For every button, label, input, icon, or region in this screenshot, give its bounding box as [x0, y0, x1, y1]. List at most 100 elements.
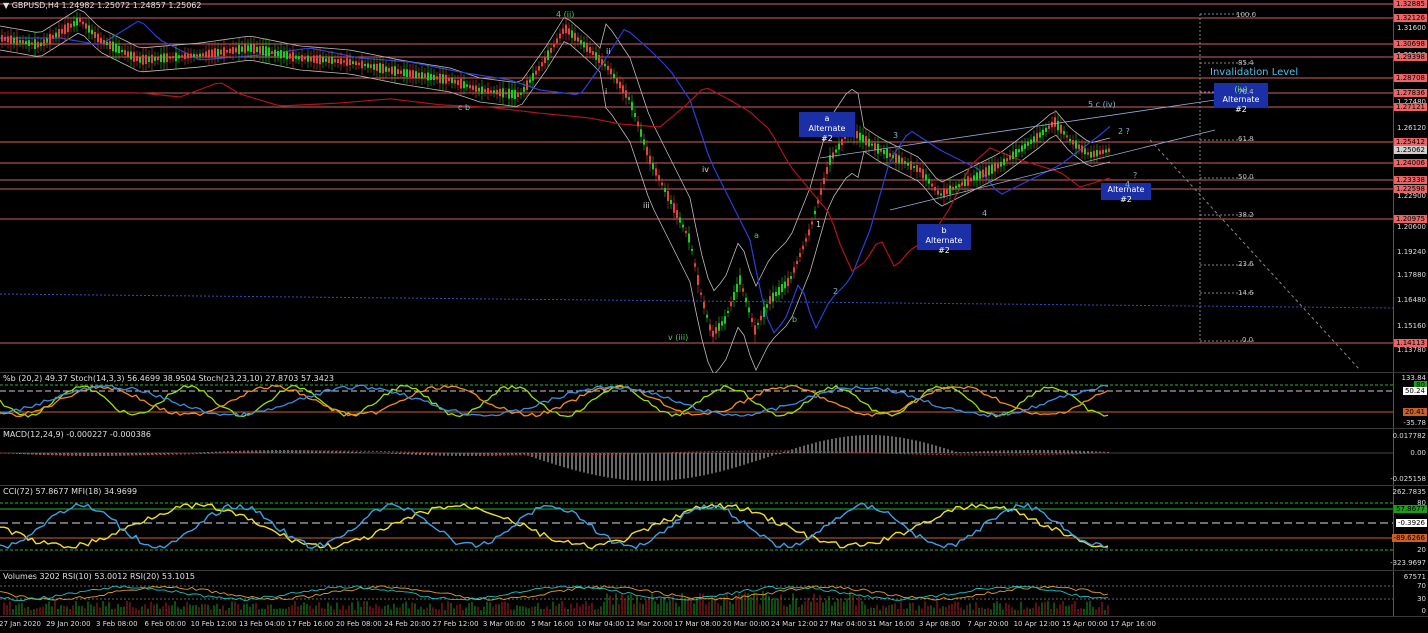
- candle-body: [595, 52, 597, 60]
- candle-body: [1030, 139, 1032, 144]
- candle-body: [409, 70, 411, 77]
- candle-body: [703, 301, 705, 309]
- candle-body: [1006, 158, 1008, 162]
- candle-body: [178, 55, 180, 59]
- price-level-tag: 1.14113: [1394, 339, 1427, 347]
- time-axis-label: 12 Mar 20:00: [625, 620, 673, 628]
- candle-body: [493, 90, 495, 94]
- candle-body: [97, 33, 99, 43]
- volume-rsi-label: Volumes 3202 RSI(10) 53.0012 RSI(20) 53.…: [3, 572, 195, 581]
- candle-body: [745, 297, 747, 303]
- candle-body: [391, 66, 393, 75]
- price-tick: 1.19240: [1397, 248, 1426, 256]
- candle-body: [898, 155, 900, 164]
- candle-body: [94, 32, 96, 38]
- candle-body: [10, 35, 12, 45]
- wave-label-iii: iii: [643, 201, 650, 210]
- candle-body: [649, 155, 651, 165]
- candle-body: [253, 43, 255, 54]
- candle-body: [700, 292, 702, 295]
- candle-body: [226, 49, 228, 53]
- macd-pane[interactable]: MACD(12,24,9) -0.000227 -0.000386 0.0177…: [0, 429, 1428, 486]
- candle-body: [877, 143, 879, 154]
- cci-tag-green: 57.8677: [1394, 505, 1427, 513]
- candle-body: [64, 24, 66, 35]
- price-level-tag: 1.28708: [1394, 74, 1427, 82]
- price-level-tag: 1.30698: [1394, 40, 1427, 48]
- candle-body: [28, 40, 30, 47]
- macd-axis[interactable]: 0.017782 0.00 -0.025158: [1390, 429, 1428, 485]
- candle-body: [757, 322, 759, 326]
- candle-body: [883, 149, 885, 155]
- candle-body: [949, 185, 951, 195]
- candle-body: [652, 162, 654, 170]
- candle-body: [784, 281, 786, 289]
- candle-body: [523, 86, 525, 92]
- candle-body: [1084, 148, 1086, 155]
- candle-body: [421, 72, 423, 79]
- candle-body: [709, 324, 711, 331]
- candle-body: [442, 74, 444, 84]
- candle-body: [655, 168, 657, 176]
- candle-body: [220, 49, 222, 55]
- candle-body: [367, 63, 369, 68]
- candle-body: [277, 51, 279, 57]
- price-axis[interactable]: 1.316001.294201.274801.261201.242201.229…: [1393, 0, 1428, 372]
- candle-body: [343, 60, 345, 63]
- candle-body: [1069, 138, 1071, 142]
- candle-body: [1105, 149, 1107, 153]
- candle-body: [322, 57, 324, 63]
- candle-body: [736, 283, 738, 293]
- candle-body: [502, 88, 504, 98]
- candle-body: [109, 40, 111, 50]
- candle-body: [427, 72, 429, 81]
- candle-body: [190, 53, 192, 58]
- macd-tick-zero: 0.00: [1410, 449, 1426, 457]
- candle-body: [19, 40, 21, 43]
- candle-body: [958, 184, 960, 187]
- volume-axis[interactable]: 67571 70 30 0: [1393, 571, 1428, 616]
- candle-body: [283, 52, 285, 58]
- candle-body: [727, 310, 729, 314]
- macd-canvas[interactable]: [0, 429, 1428, 486]
- price-chart-pane[interactable]: ▼ GBPUSD,H4 1.24982 1.25072 1.24857 1.25…: [0, 0, 1428, 373]
- price-level-tag: 1.25412: [1394, 138, 1427, 146]
- candle-body: [394, 66, 396, 76]
- candle-body: [325, 58, 327, 62]
- volume-rsi-pane[interactable]: Volumes 3202 RSI(10) 53.0012 RSI(20) 53.…: [0, 571, 1428, 617]
- time-axis-label: 31 Mar 16:00: [867, 620, 915, 628]
- candle-body: [820, 188, 822, 195]
- candle-body: [865, 136, 867, 146]
- wave-label-3: 3: [893, 131, 899, 140]
- projection-line: [1149, 139, 1361, 371]
- candle-body: [1096, 150, 1098, 157]
- candle-body: [544, 56, 546, 64]
- candle-body: [1087, 152, 1089, 155]
- candle-body: [487, 88, 489, 94]
- triangle-down-icon[interactable]: ▼: [3, 1, 9, 10]
- candle-body: [802, 245, 804, 250]
- stochastic-pane[interactable]: %b (20,2) 49.37 Stoch(14,3,3) 56.4699 38…: [0, 373, 1428, 429]
- candle-body: [838, 143, 840, 150]
- volume-rsi-canvas[interactable]: [0, 571, 1428, 617]
- candle-body: [304, 57, 306, 60]
- time-axis-label: 10 Apr 12:00: [1013, 620, 1060, 628]
- candle-body: [364, 63, 366, 67]
- candle-body: [1063, 131, 1065, 135]
- cci-mfi-pane[interactable]: CCI(72) 57.8677 MFI(18) 34.9699 262.7835…: [0, 486, 1428, 571]
- candle-body: [388, 67, 390, 72]
- price-chart-canvas[interactable]: [0, 0, 1428, 373]
- candle-body: [256, 46, 258, 53]
- candle-body: [961, 182, 963, 186]
- time-axis[interactable]: 27 Jan 2020 29 Jan 20:00 3 Feb 08:00 6 Feb …: [0, 617, 1428, 633]
- candle-body: [805, 238, 807, 242]
- candle-body: [52, 34, 54, 39]
- cci-mfi-canvas[interactable]: [0, 486, 1428, 571]
- candle-body: [685, 230, 687, 234]
- candle-body: [1054, 117, 1056, 127]
- candle-body: [115, 43, 117, 53]
- cci-axis[interactable]: 262.7835 80 57.8677 -0.3926 -89.6266 20 …: [1390, 486, 1428, 570]
- candle-body: [940, 193, 942, 196]
- stochastic-axis[interactable]: 133.84 80 50.24 20.41 -35.78: [1393, 373, 1428, 428]
- candle-body: [184, 53, 186, 60]
